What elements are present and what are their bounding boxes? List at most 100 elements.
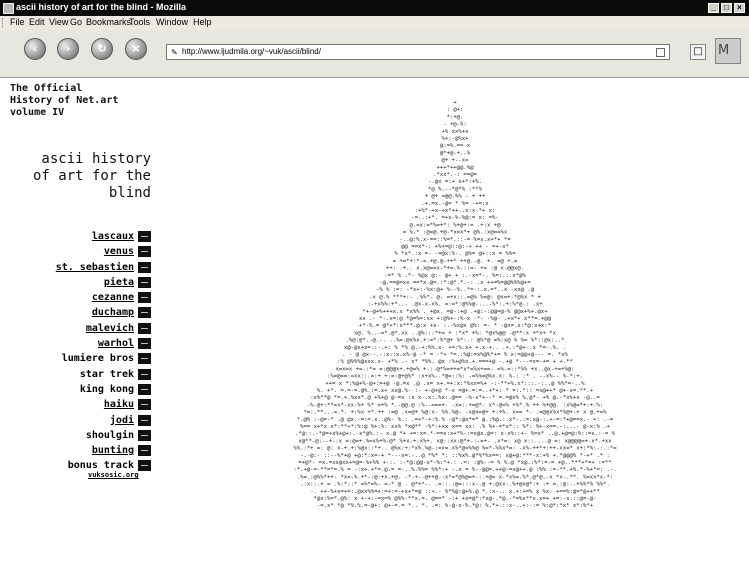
menu-view[interactable]: View — [49, 17, 68, 27]
artwork-link[interactable]: duchamp — [92, 306, 134, 319]
stop-button[interactable]: × — [125, 38, 147, 60]
artwork-link[interactable]: lascaux — [92, 230, 134, 243]
view-thumbnail-icon[interactable] — [138, 368, 151, 380]
ascii-art-line: -. ++-%+x=+=:.@xx%%=+:=+:=-+x+*=@ ::+.- … — [310, 489, 600, 495]
ascii-art-line: %+:-@%x+ — [442, 136, 470, 142]
view-thumbnail-icon[interactable] — [138, 445, 151, 457]
ascii-art-line: . - @ @x--.-:x::x.x%-@ -* = -*+ *=.:%@:=… — [342, 352, 568, 358]
view-thumbnail-icon[interactable] — [138, 276, 151, 288]
url-bar[interactable]: ✎ http://www.ljudmila.org/~vuk/ascii/bli… — [166, 44, 670, 60]
back-icon: ‹ — [32, 42, 38, 55]
view-thumbnail-icon[interactable] — [138, 338, 151, 350]
view-thumbnail-icon[interactable] — [138, 231, 151, 242]
artwork-link[interactable]: bunting — [92, 444, 134, 457]
artwork-link-row[interactable]: warhol — [10, 337, 151, 352]
artwork-link-row[interactable]: haiku — [10, 398, 151, 413]
ascii-art-line: :%=@==:=xx::.=:+ +:=:@+@%* :x+x%-.*@=::%… — [327, 374, 583, 380]
ascii-art-line: -.-@:- ::--%*+@ +@:*:x=-+ *---x=:-..@ *%… — [300, 453, 610, 459]
ascii-art-line: ++: .+.. x.x@==x-*+=.%.::=- += :@ x-@@x@… — [386, 266, 524, 272]
view-thumbnail-icon[interactable] — [138, 383, 151, 395]
artwork-link[interactable]: venus — [104, 245, 134, 258]
artwork-link-row[interactable]: venus — [10, 245, 151, 260]
ascii-art-line: *:+@. — [447, 114, 464, 120]
artwork-link[interactable]: jodi — [110, 414, 134, 427]
close-window-button[interactable]: × — [734, 3, 745, 13]
ascii-art-line: @+ +--x= — [442, 158, 470, 164]
credit-link[interactable]: vuksosic.org — [88, 471, 139, 479]
view-thumbnail-icon[interactable] — [138, 261, 151, 273]
toolbar-grip[interactable] — [2, 18, 6, 28]
ascii-art-line: @@ ==x*-: +%+=@::@:-+ ++ - =+-x* — [401, 244, 509, 250]
mozilla-logo[interactable]: M — [715, 38, 741, 64]
ascii-art-line: %%.:*+ =: @: x-+.+:%@x::*+.. @%x:+:*x%.%… — [293, 446, 617, 452]
menu-bar: File Edit View Go Bookmarks Tools Window… — [0, 16, 749, 30]
mozilla-logo-icon: M — [718, 43, 730, 58]
artwork-link-row[interactable]: st. sebastien — [10, 261, 151, 276]
menu-tools[interactable]: Tools — [129, 17, 150, 27]
url-input[interactable]: http://www.ljudmila.org/~vuk/ascii/blind… — [182, 47, 321, 56]
artwork-link-row[interactable]: malevich — [10, 322, 151, 337]
ascii-art-line: *.@% :-@=-* .@ @x.-=:=.x..@%- %.: .=+*-+… — [297, 417, 614, 423]
menu-edit[interactable]: Edit — [29, 17, 45, 27]
title-bar: ascii history of art for the blind - Moz… — [0, 0, 749, 16]
menu-window[interactable]: Window — [156, 17, 188, 27]
view-thumbnail-icon[interactable] — [138, 322, 151, 334]
artwork-link-row[interactable]: lascaux — [10, 230, 151, 245]
artwork-link[interactable]: haiku — [104, 398, 134, 411]
forward-button[interactable]: › — [57, 38, 79, 60]
artwork-link: shoulgin — [85, 429, 134, 441]
ascii-art-line: = %.* :@=@.+@-*x=x*+ @%.:x@==%x — [403, 230, 508, 236]
view-thumbnail-icon[interactable] — [138, 399, 151, 411]
artwork-link-row: shoulgin — [10, 429, 151, 444]
ascii-art-line: x@-@x+x=.:-.+: % *% @.-+:%%.x- +=:%.x+ +… — [344, 345, 566, 351]
back-button[interactable]: ‹ — [24, 38, 46, 60]
artwork-link[interactable]: st. sebastien — [56, 261, 134, 274]
heading-line: The Official — [10, 83, 83, 94]
artwork-link-row[interactable]: cezanne — [10, 291, 151, 306]
view-thumbnail-icon[interactable] — [138, 414, 151, 426]
ascii-art-line: @*+@-+.-% — [440, 150, 471, 156]
minimize-button[interactable]: _ — [708, 3, 719, 13]
ascii-art-line: -=* % .*- %@x @:- @+ + :.-x=*-. %=:.:.x*… — [384, 273, 526, 279]
url-dropdown-icon[interactable] — [656, 48, 665, 57]
artwork-link-row[interactable]: jodi — [10, 414, 151, 429]
ascii-art-line: % *x*.:x =- -=@x:%-. @%= @+::x = %%= — [394, 251, 516, 257]
artwork-link[interactable]: pieta — [104, 276, 134, 289]
view-thumbnail-icon[interactable] — [138, 292, 151, 304]
ascii-art-line: @:=%.== x — [440, 143, 471, 149]
ascii-art-line: =+@*- =x.=xx@xx+=@=-%+%% +-:. :-*@:@@-x*… — [298, 460, 611, 466]
window-title: ascii history of art for the blind - Moz… — [16, 2, 187, 12]
artwork-link-row[interactable]: pieta — [10, 276, 151, 291]
menu-bookmarks[interactable]: Bookmarks — [86, 17, 131, 27]
view-thumbnail-icon[interactable] — [138, 246, 151, 258]
artwork-link[interactable]: malevich — [86, 322, 134, 335]
ascii-art-line: -% % :=: -*x+:-%x:@+ %--%..*=-:.x.=*..x … — [376, 287, 535, 293]
maximize-button[interactable]: □ — [721, 3, 732, 13]
ascii-art-line: -x @.% ***+:- .%%*- @- =+x::.=@% %=@: @x… — [369, 294, 541, 300]
art-title-line: of art for the — [32, 168, 151, 184]
menu-help[interactable]: Help — [193, 17, 212, 27]
page-icon[interactable]: □ — [690, 44, 706, 60]
artwork-link-row[interactable]: bunting — [10, 444, 151, 459]
ascii-art-line: +*-%.= @*+*:x***.@:x +x- :.-%x@x @%: =- … — [359, 323, 551, 329]
artwork-link: star trek — [79, 368, 134, 380]
ascii-art-line: x@**-@:--+-:x =:@=+.%=x%+%-@* %+x:+:x%+.… — [298, 438, 612, 444]
ascii-art-line: *@ %.--*@*% :**% — [428, 186, 483, 192]
view-thumbnail-icon[interactable] — [138, 460, 151, 472]
artwork-link-row: king kong — [10, 383, 151, 398]
art-title-line: ascii history — [41, 151, 151, 167]
reload-button[interactable]: ↻ — [91, 38, 113, 60]
view-thumbnail-icon[interactable] — [138, 353, 151, 365]
artwork-link[interactable]: warhol — [98, 337, 134, 350]
ascii-art-line: -..@:%.x-==::%=*.::-= %=x.x+*+ *= — [399, 237, 511, 243]
ascii-art-line: ++= x *:%@+%-@+:=+@ -@.=x .@ .x= x+.=+:x… — [325, 381, 585, 387]
ascii-art-line: -@.==@=xx ==*x.@=.:*:@*.*.-: .x ++=%=@@%… — [379, 280, 531, 286]
view-thumbnail-icon[interactable] — [138, 429, 151, 441]
artwork-link[interactable]: cezanne — [92, 291, 134, 304]
heading-line: volume IV — [10, 107, 65, 118]
view-thumbnail-icon[interactable] — [138, 307, 151, 319]
artwork-link-row[interactable]: duchamp — [10, 306, 151, 321]
app-icon[interactable] — [3, 3, 14, 14]
menu-go[interactable]: Go — [70, 17, 82, 27]
menu-file[interactable]: File — [10, 17, 25, 27]
